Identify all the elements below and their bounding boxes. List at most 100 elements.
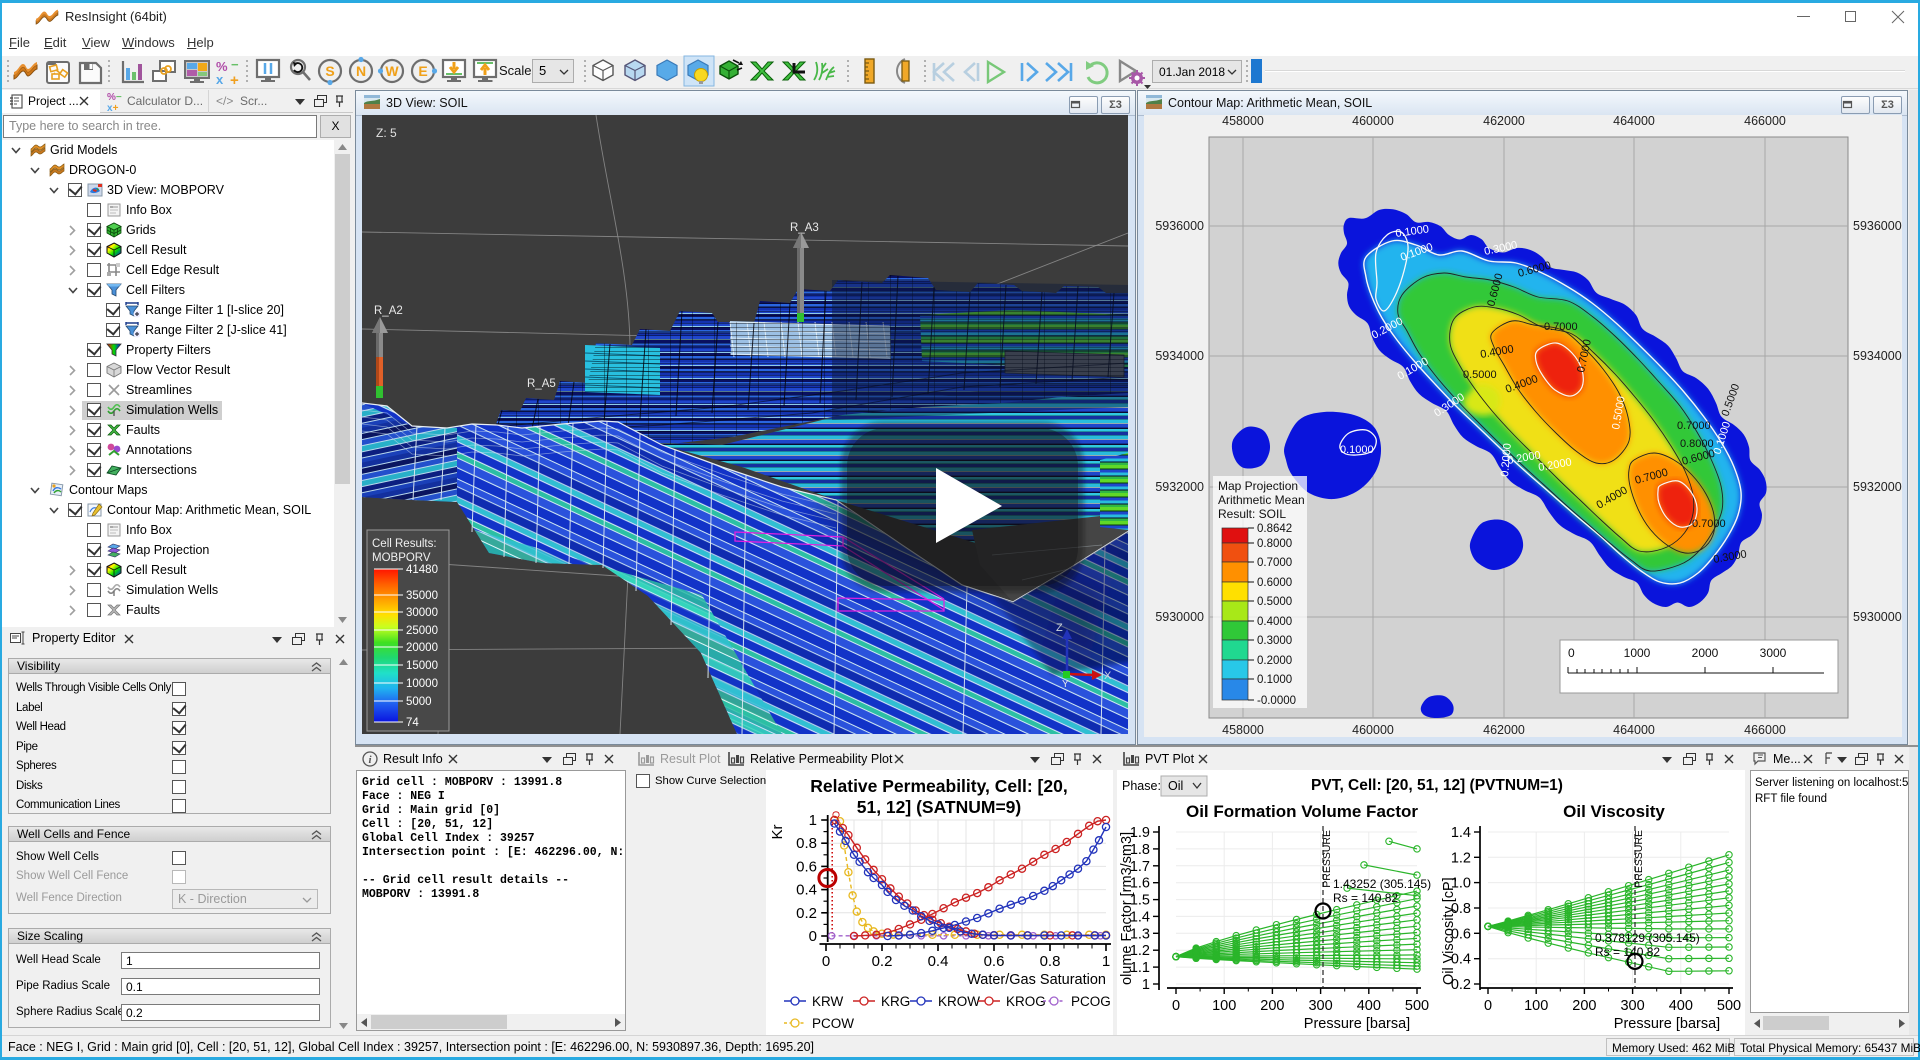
svg-text:Result: SOIL: Result: SOIL (1218, 507, 1286, 521)
svg-text:0: 0 (1568, 646, 1575, 660)
svg-text:5934000: 5934000 (1853, 349, 1902, 363)
svg-text:Arithmetic Mean: Arithmetic Mean (1218, 493, 1305, 507)
svg-text:KRG: KRG (881, 994, 910, 1009)
svg-text:41480: 41480 (406, 564, 438, 576)
svg-text:400: 400 (1357, 998, 1381, 1014)
svg-text:0: 0 (822, 953, 830, 970)
svg-text:200: 200 (1260, 998, 1284, 1014)
svg-text:Phase:: Phase: (1122, 779, 1161, 793)
svg-text:0.7000: 0.7000 (1544, 321, 1578, 333)
svg-text:0.2: 0.2 (796, 905, 817, 922)
svg-text:0.4: 0.4 (928, 953, 949, 970)
svg-text:R_A5: R_A5 (527, 378, 556, 390)
svg-text:458000: 458000 (1222, 723, 1264, 737)
svg-text:1000: 1000 (1624, 646, 1651, 660)
svg-text:Oil Formation Volume Factor: Oil Formation Volume Factor (1186, 802, 1418, 821)
svg-text:olume Factor [rm3/sm3]: olume Factor [rm3/sm3] (1119, 832, 1135, 985)
svg-text:Kr: Kr (769, 824, 786, 839)
svg-text:0.7000: 0.7000 (1677, 420, 1711, 432)
svg-text:0.6: 0.6 (984, 953, 1005, 970)
svg-text:+: + (230, 72, 239, 89)
svg-text:15000: 15000 (406, 660, 438, 672)
svg-text:PCOW: PCOW (812, 1016, 854, 1031)
svg-text:25000: 25000 (406, 625, 438, 637)
svg-text:3000: 3000 (1760, 646, 1787, 660)
svg-text:458000: 458000 (1222, 115, 1264, 128)
svg-text:KROG: KROG (1006, 994, 1046, 1009)
svg-text:Oil Viscosity: Oil Viscosity (1563, 802, 1665, 821)
svg-text:5936000: 5936000 (1155, 219, 1204, 233)
svg-text:51, 12] (SATNUM=9): 51, 12] (SATNUM=9) (857, 797, 1022, 817)
svg-text:Cell Results:: Cell Results: (372, 538, 437, 550)
svg-text:464000: 464000 (1613, 723, 1655, 737)
svg-text:W: W (385, 63, 399, 79)
svg-text:0.8642: 0.8642 (1257, 523, 1292, 535)
svg-text:1: 1 (809, 812, 817, 829)
svg-text:0: 0 (1484, 998, 1492, 1014)
svg-text:0.8000: 0.8000 (1257, 538, 1292, 550)
svg-text:1: 1 (1102, 953, 1110, 970)
svg-text:Pressure [barsa]: Pressure [barsa] (1614, 1016, 1720, 1032)
svg-text:KRW: KRW (812, 994, 844, 1009)
svg-text:100: 100 (1524, 998, 1548, 1014)
svg-text:0.5000: 0.5000 (1463, 369, 1497, 381)
svg-text:0.2000: 0.2000 (1257, 655, 1292, 667)
svg-text:464000: 464000 (1613, 115, 1655, 128)
svg-text:PRESSURE: PRESSURE (1321, 830, 1333, 888)
svg-text:R_A3: R_A3 (790, 222, 819, 234)
svg-text:0.8: 0.8 (1040, 953, 1061, 970)
svg-text:74: 74 (406, 717, 419, 729)
svg-text:500: 500 (1717, 998, 1741, 1014)
svg-text:Oil: Oil (1168, 779, 1183, 793)
svg-text:0.4000: 0.4000 (1257, 616, 1292, 628)
svg-text:Relative Permeability, Cell: [: Relative Permeability, Cell: [20, (810, 776, 1067, 796)
svg-text:E: E (418, 63, 427, 79)
svg-text:N: N (356, 63, 366, 79)
svg-text:30000: 30000 (406, 607, 438, 619)
svg-text:0: 0 (1172, 998, 1180, 1014)
svg-text:PCOG: PCOG (1071, 994, 1111, 1009)
svg-text:300: 300 (1308, 998, 1332, 1014)
svg-text:5934000: 5934000 (1155, 349, 1204, 363)
svg-text:X: X (1104, 670, 1112, 682)
svg-text:Oil Viscosity [cP]: Oil Viscosity [cP] (1441, 877, 1457, 985)
svg-text:35000: 35000 (406, 590, 438, 602)
svg-text:2000: 2000 (1692, 646, 1719, 660)
svg-text:Water/Gas Saturation: Water/Gas Saturation (967, 972, 1106, 988)
svg-text:Rs = 140.82: Rs = 140.82 (1333, 891, 1398, 905)
svg-text:5930000: 5930000 (1155, 610, 1204, 624)
svg-text:R_A2: R_A2 (374, 305, 403, 317)
svg-text:1.43252 (305.145): 1.43252 (305.145) (1333, 877, 1431, 891)
svg-text:0.7000: 0.7000 (1692, 518, 1726, 530)
svg-text:5936000: 5936000 (1853, 219, 1902, 233)
svg-text:0.5000: 0.5000 (1257, 596, 1292, 608)
svg-text:300: 300 (1620, 998, 1644, 1014)
svg-text:Map Projection: Map Projection (1218, 479, 1298, 493)
svg-text:466000: 466000 (1744, 723, 1786, 737)
svg-text:-0.0000: -0.0000 (1257, 695, 1296, 707)
svg-text:0.8: 0.8 (796, 835, 817, 852)
svg-text:Rs = 140.82: Rs = 140.82 (1595, 945, 1660, 959)
svg-text:0.1000: 0.1000 (1257, 674, 1292, 686)
svg-text:PRESSURE: PRESSURE (1633, 830, 1645, 888)
svg-text:0.1000: 0.1000 (1340, 444, 1374, 456)
svg-text:10000: 10000 (406, 678, 438, 690)
svg-text:S: S (325, 63, 334, 79)
svg-text:0.2: 0.2 (872, 953, 893, 970)
svg-text:Z: 5: Z: 5 (376, 126, 397, 140)
svg-text:5930000: 5930000 (1853, 610, 1902, 624)
svg-text:Z: Z (1056, 622, 1063, 634)
svg-text:1.4: 1.4 (1451, 825, 1471, 841)
svg-text:462000: 462000 (1483, 115, 1525, 128)
svg-text:0.4: 0.4 (796, 882, 817, 899)
svg-text:462000: 462000 (1483, 723, 1525, 737)
svg-text:KROW: KROW (938, 994, 980, 1009)
svg-text:i: i (368, 754, 372, 766)
svg-text:0.7000: 0.7000 (1257, 557, 1292, 569)
svg-text:0: 0 (809, 928, 817, 945)
svg-text:466000: 466000 (1744, 115, 1786, 128)
svg-text:0.3000: 0.3000 (1257, 635, 1292, 647)
svg-text:1: 1 (1142, 977, 1150, 993)
svg-text:460000: 460000 (1352, 723, 1394, 737)
svg-text:Y: Y (1062, 679, 1069, 690)
